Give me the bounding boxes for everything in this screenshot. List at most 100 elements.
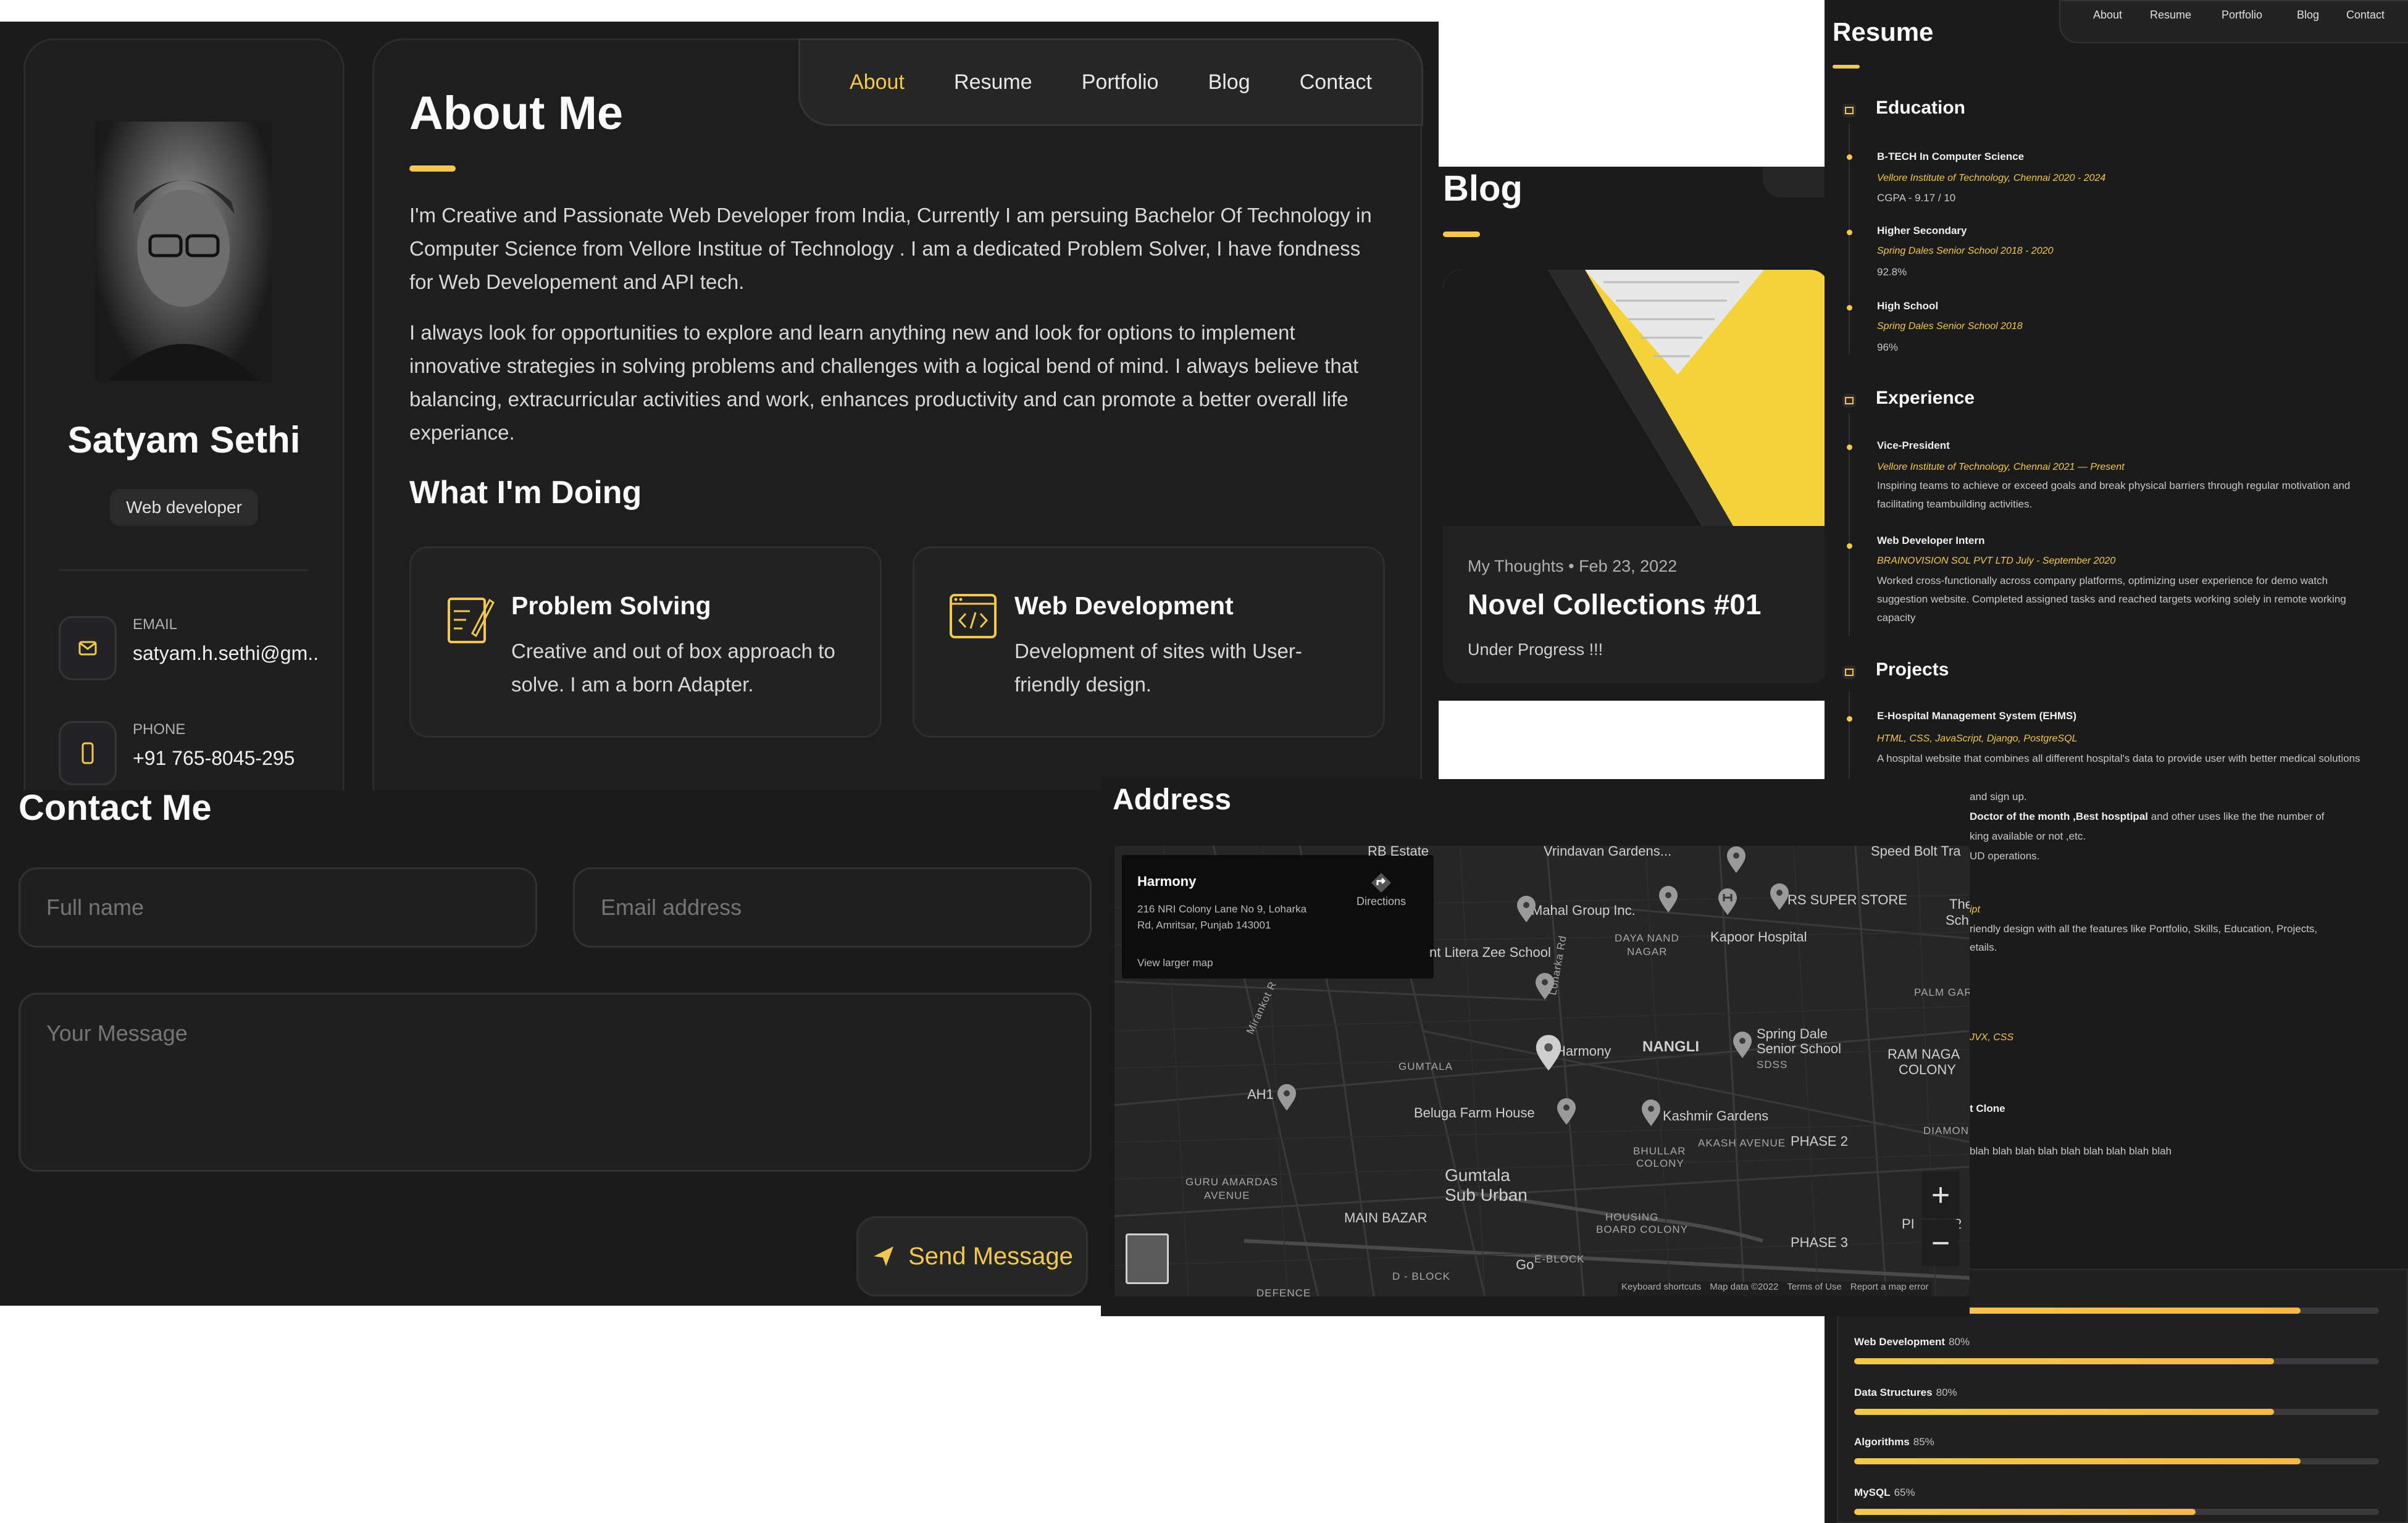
skill-label: Data Structures 80%: [1854, 1387, 1957, 1398]
nav-about[interactable]: About: [850, 70, 905, 94]
book-icon: [1842, 104, 1856, 117]
fullname-input[interactable]: [19, 867, 537, 948]
map-label: GUMTALA: [1398, 1061, 1453, 1072]
project-fragment: blah blah blah blah blah blah blah blah …: [1970, 1145, 2172, 1157]
nav-contact[interactable]: Contact: [1300, 70, 1372, 94]
map-label: COLONY: [1899, 1062, 1956, 1077]
nav-blog[interactable]: Blog: [1208, 70, 1250, 94]
project-fragment: riendly design with all the features lik…: [1970, 923, 2318, 935]
resume-nav-portfolio[interactable]: Portfolio: [2222, 9, 2262, 22]
blog-post-title[interactable]: Novel Collections #01: [1468, 588, 1762, 621]
map-label: MAIN BAZAR: [1344, 1210, 1428, 1225]
nav-resume[interactable]: Resume: [954, 70, 1032, 94]
satellite-toggle[interactable]: [1126, 1233, 1169, 1284]
map-pin-icon[interactable]: [1726, 846, 1747, 874]
map-label: DIAMON: [1923, 1125, 1969, 1137]
education-item-title: High School: [1877, 300, 1939, 312]
zoom-in-button[interactable]: +: [1922, 1172, 1959, 1218]
map-label: AKASH AVENUE: [1698, 1137, 1786, 1149]
resume-nav-about[interactable]: About: [2093, 9, 2122, 22]
map-label: BHULLAR: [1633, 1145, 1686, 1157]
resume-nav-contact[interactable]: Contact: [2346, 9, 2385, 22]
email-input[interactable]: [573, 867, 1092, 948]
map-label: PHASE 3: [1791, 1235, 1848, 1250]
book-icon: [1842, 666, 1856, 679]
project-fragment: etails.: [1970, 941, 1997, 953]
directions-button[interactable]: Directions: [1344, 870, 1418, 908]
skill-bar: [1854, 1409, 2379, 1415]
map-pin-icon[interactable]: [1556, 1098, 1577, 1126]
view-larger-map-link[interactable]: View larger map: [1137, 957, 1213, 969]
contact-title: Contact Me: [19, 788, 212, 828]
report-error-link[interactable]: Report a map error: [1850, 1282, 1929, 1296]
education-item-detail: CGPA - 9.17 / 10: [1877, 192, 1956, 204]
contact-item-email[interactable]: [59, 616, 117, 680]
education-item-title: B-TECH In Computer Science: [1877, 151, 2025, 162]
hospital-pin-icon[interactable]: [1717, 888, 1738, 916]
phone-value[interactable]: +91 765-8045-295: [133, 747, 295, 770]
experience-item-institution: BRAINOVISION SOL PVT LTD July - Septembe…: [1877, 556, 2116, 566]
resume-nav-blog[interactable]: Blog: [2297, 9, 2319, 22]
map-label: Kapoor Hospital: [1710, 929, 1807, 945]
map-label: NANGLI: [1642, 1038, 1699, 1055]
map-label: Speed Bolt Tra: [1871, 846, 1961, 859]
education-item-institution: Spring Dales Senior School 2018 - 2020: [1877, 246, 2054, 256]
terms-link[interactable]: Terms of Use: [1787, 1282, 1841, 1296]
blog-post-meta: My Thoughts • Feb 23, 2022: [1468, 557, 1678, 575]
map-pin-icon[interactable]: [1534, 972, 1555, 1001]
nav-portfolio[interactable]: Portfolio: [1082, 70, 1159, 94]
resume-nav-resume[interactable]: Resume: [2150, 9, 2191, 22]
blog-post-desc: Under Progress !!!: [1468, 640, 1603, 659]
blog-post-image: [1443, 270, 1829, 526]
map-label: Senior School: [1757, 1041, 1841, 1056]
map-label: nt Litera Zee School: [1429, 945, 1551, 960]
keyboard-shortcuts-link[interactable]: Keyboard shortcuts: [1621, 1282, 1701, 1296]
project-fragment: JVX, CSS: [1970, 1032, 2014, 1043]
timeline-dot: [1847, 305, 1852, 311]
blog-post-card[interactable]: My Thoughts • Feb 23, 2022 Novel Collect…: [1443, 270, 1829, 683]
map-pin-icon[interactable]: [1534, 1034, 1563, 1072]
projects-title: Projects: [1876, 659, 1949, 680]
education-title: Education: [1876, 98, 1966, 118]
map-place-name: Harmony: [1137, 874, 1197, 889]
zoom-out-button[interactable]: −: [1922, 1220, 1959, 1266]
phone-label: PHONE: [133, 721, 186, 738]
resume-title: Resume: [1833, 17, 1934, 46]
timeline-dot: [1847, 230, 1852, 235]
project-fragment: UD operations.: [1970, 850, 2040, 862]
map-pin-icon[interactable]: [1732, 1031, 1753, 1059]
project-item-detail: A hospital website that combines all dif…: [1877, 753, 2360, 764]
map-label: AVENUE: [1204, 1190, 1250, 1201]
about-paragraph-1: I'm Creative and Passionate Web Develope…: [409, 204, 1372, 293]
map-label: Sub Urban: [1445, 1185, 1528, 1204]
timeline-dot: [1847, 444, 1852, 450]
map-pin-icon[interactable]: [1769, 883, 1790, 911]
map-info-box: Harmony 216 NRI Colony Lane No 9, Lohark…: [1122, 855, 1434, 978]
avatar: [96, 122, 272, 381]
experience-item-institution: Vellore Institute of Technology, Chennai…: [1877, 462, 2125, 472]
map-pin-icon[interactable]: [1516, 895, 1537, 924]
message-textarea[interactable]: [19, 993, 1092, 1172]
service-desc: Development of sites with User-friendly …: [1014, 640, 1302, 696]
experience-item-title: Vice-President: [1877, 440, 1950, 451]
map-pin-icon[interactable]: [1641, 1099, 1662, 1127]
send-message-button[interactable]: Send Message: [856, 1216, 1088, 1296]
map-place-address: 216 NRI Colony Lane No 9, Loharka Rd, Amr…: [1137, 903, 1307, 931]
skill-bar: [1854, 1458, 2379, 1464]
map-pin-icon[interactable]: [1276, 1083, 1297, 1112]
map-view[interactable]: Harmony 216 NRI Colony Lane No 9, Lohark…: [1114, 846, 1970, 1296]
profile-role-badge: Web developer: [110, 489, 258, 526]
map-label: The: [1949, 896, 1970, 912]
about-paragraph-2: I always look for opportunities to explo…: [409, 321, 1359, 444]
education-item-institution: Vellore Institute of Technology, Chennai…: [1877, 173, 2106, 183]
email-value[interactable]: satyam.h.sethi@gm...: [133, 642, 318, 665]
skill-label: Web Development 80%: [1854, 1336, 1970, 1348]
map-label: PI: [1902, 1216, 1915, 1232]
contact-item-phone[interactable]: [59, 721, 117, 785]
project-fragment: t Clone: [1970, 1103, 2005, 1114]
map-label: Mahal Group Inc.: [1531, 903, 1636, 918]
map-footer: Keyboard shortcuts Map data ©2022 Terms …: [1618, 1282, 1933, 1296]
education-item-title: Higher Secondary: [1877, 225, 1967, 236]
map-pin-icon[interactable]: [1658, 885, 1679, 914]
timeline-dot: [1847, 154, 1852, 160]
